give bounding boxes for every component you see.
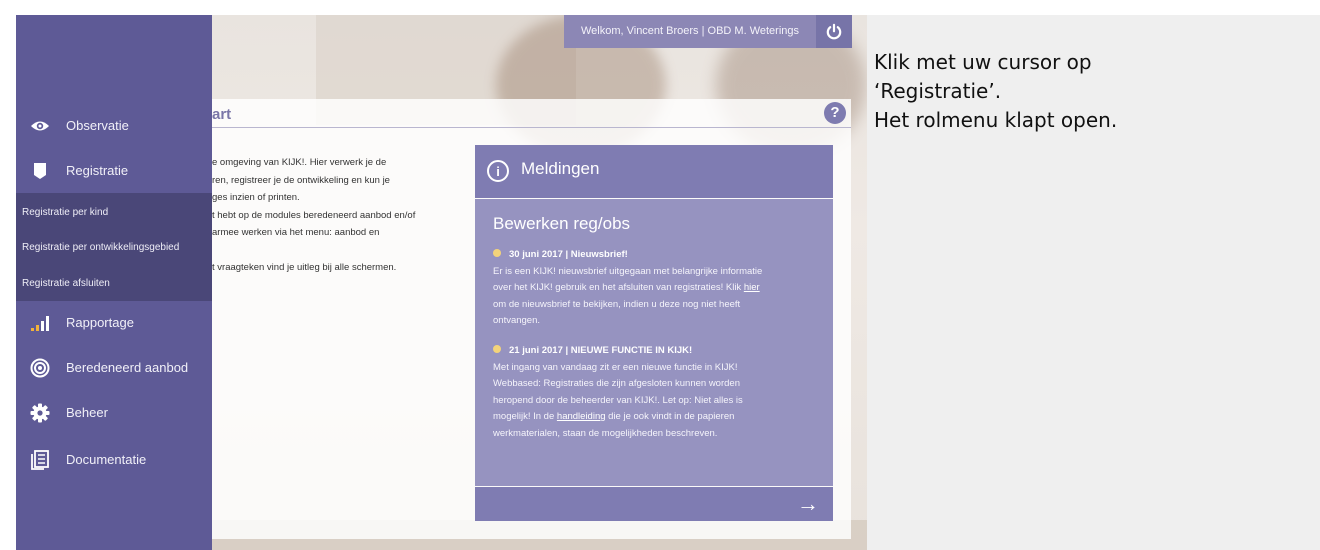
sidebar-item-observatie[interactable]: Observatie [16,103,212,149]
news-line: om de nieuwsbrief te bekijken, indien u … [493,298,741,310]
instruction-line: Klik met uw cursor op [874,50,1092,74]
arrow-right-icon[interactable]: → [797,491,819,517]
news-heading: 30 juni 2017 | Nieuwsbrief! [493,247,823,264]
intro-line: ren, registreer je de ontwikkeling en ku… [212,174,390,186]
news-line: over het KIJK! gebruik en het afsluiten … [493,280,823,297]
sidebar-item-beheer[interactable]: Beheer [16,390,212,436]
news-text: die je ook vindt in de papieren [608,411,735,422]
meldingen-title: Meldingen [521,159,600,178]
sidebar-item-label: Beheer [66,405,108,420]
meldingen-subtitle: Bewerken reg/obs [493,214,631,233]
news-text: mogelijk! In de [493,411,555,422]
news-line: Met ingang van vandaag zit er een nieuwe… [493,361,738,373]
title-divider [196,127,851,128]
instruction-line: Het rolmenu klapt open. [874,108,1118,132]
eye-icon [30,116,50,136]
bookmark-icon [30,161,50,181]
bar-chart-icon [30,313,50,333]
gear-icon [30,403,50,423]
sidebar-item-label: Documentatie [66,452,147,467]
target-icon [30,358,50,378]
sidebar-item-label: Registratie [66,163,129,178]
help-icon[interactable]: ? [824,102,846,124]
logout-button[interactable] [816,15,852,48]
news-item: 21 juni 2017 | NIEUWE FUNCTIE IN KIJK! M… [493,343,823,442]
news-line: Webbased: Registraties die zijn afgeslot… [493,378,740,389]
submenu-item-per-ontwikkelingsgebied[interactable]: Registratie per ontwikkelingsgebied [22,242,179,253]
news-line: werkmaterialen, staan de mogelijkheden b… [493,427,718,439]
news-line: ontvangen. [493,315,541,326]
lightbulb-icon [493,345,501,353]
submenu-item-per-kind[interactable]: Registratie per kind [22,207,108,218]
news-heading-text: 30 juni 2017 | Nieuwsbrief! [509,249,628,260]
news-item: 30 juni 2017 | Nieuwsbrief! Er is een KI… [493,247,823,330]
sidebar-item-label: Rapportage [66,315,134,330]
news-heading: 21 juni 2017 | NIEUWE FUNCTIE IN KIJK! [493,343,823,360]
intro-text: e omgeving van KIJK!. Hier verwerk je de… [212,154,474,277]
news-line: mogelijk! In de handleiding die je ook v… [493,409,823,426]
news-heading-text: 21 juni 2017 | NIEUWE FUNCTIE IN KIJK! [509,345,693,356]
meldingen-header: i Meldingen [475,145,833,198]
intro-line: t vraagteken vind je uitleg bij alle sch… [212,262,397,273]
sidebar-item-rapportage[interactable]: Rapportage [16,300,212,346]
instruction-text: Klik met uw cursor op ‘Registratie’. Het… [874,48,1294,135]
intro-line: e omgeving van KIJK!. Hier verwerk je de [212,157,387,168]
lightbulb-icon [493,249,501,257]
sidebar-item-beredeneerd-aanbod[interactable]: Beredeneerd aanbod [16,345,212,391]
document-icon [30,450,50,470]
news-link-hier[interactable]: hier [744,282,760,293]
news-link-handleiding[interactable]: handleiding [557,411,606,422]
meldingen-footer: → [475,487,833,521]
sidebar-item-label: Beredeneerd aanbod [66,360,189,375]
news-line: heropend door de beheerder van KIJK!. Le… [493,394,743,406]
instruction-line: ‘Registratie’. [874,79,1002,103]
news-line: Er is een KIJK! nieuwsbrief uitgegaan me… [493,265,763,277]
welcome-bar: Welkom, Vincent Broers | OBD M. Wetering… [564,15,816,48]
sidebar-item-documentatie[interactable]: Documentatie [16,437,212,483]
info-icon: i [487,160,509,182]
intro-line: armee werken via het menu: aanbod en [212,227,380,238]
sidebar-item-registratie[interactable]: Registratie [16,148,212,194]
page-title: art [212,106,232,123]
sidebar-item-label: Observatie [66,118,129,133]
meldingen-body: Bewerken reg/obs 30 juni 2017 | Nieuwsbr… [475,199,833,486]
news-text: over het KIJK! gebruik en het afsluiten … [493,282,742,293]
intro-line [212,242,474,260]
submenu-item-afsluiten[interactable]: Registratie afsluiten [22,278,110,289]
power-icon [826,23,842,39]
intro-line: t hebt op de modules beredeneerd aanbod … [212,209,416,221]
intro-line: ges inzien of printen. [212,192,300,203]
